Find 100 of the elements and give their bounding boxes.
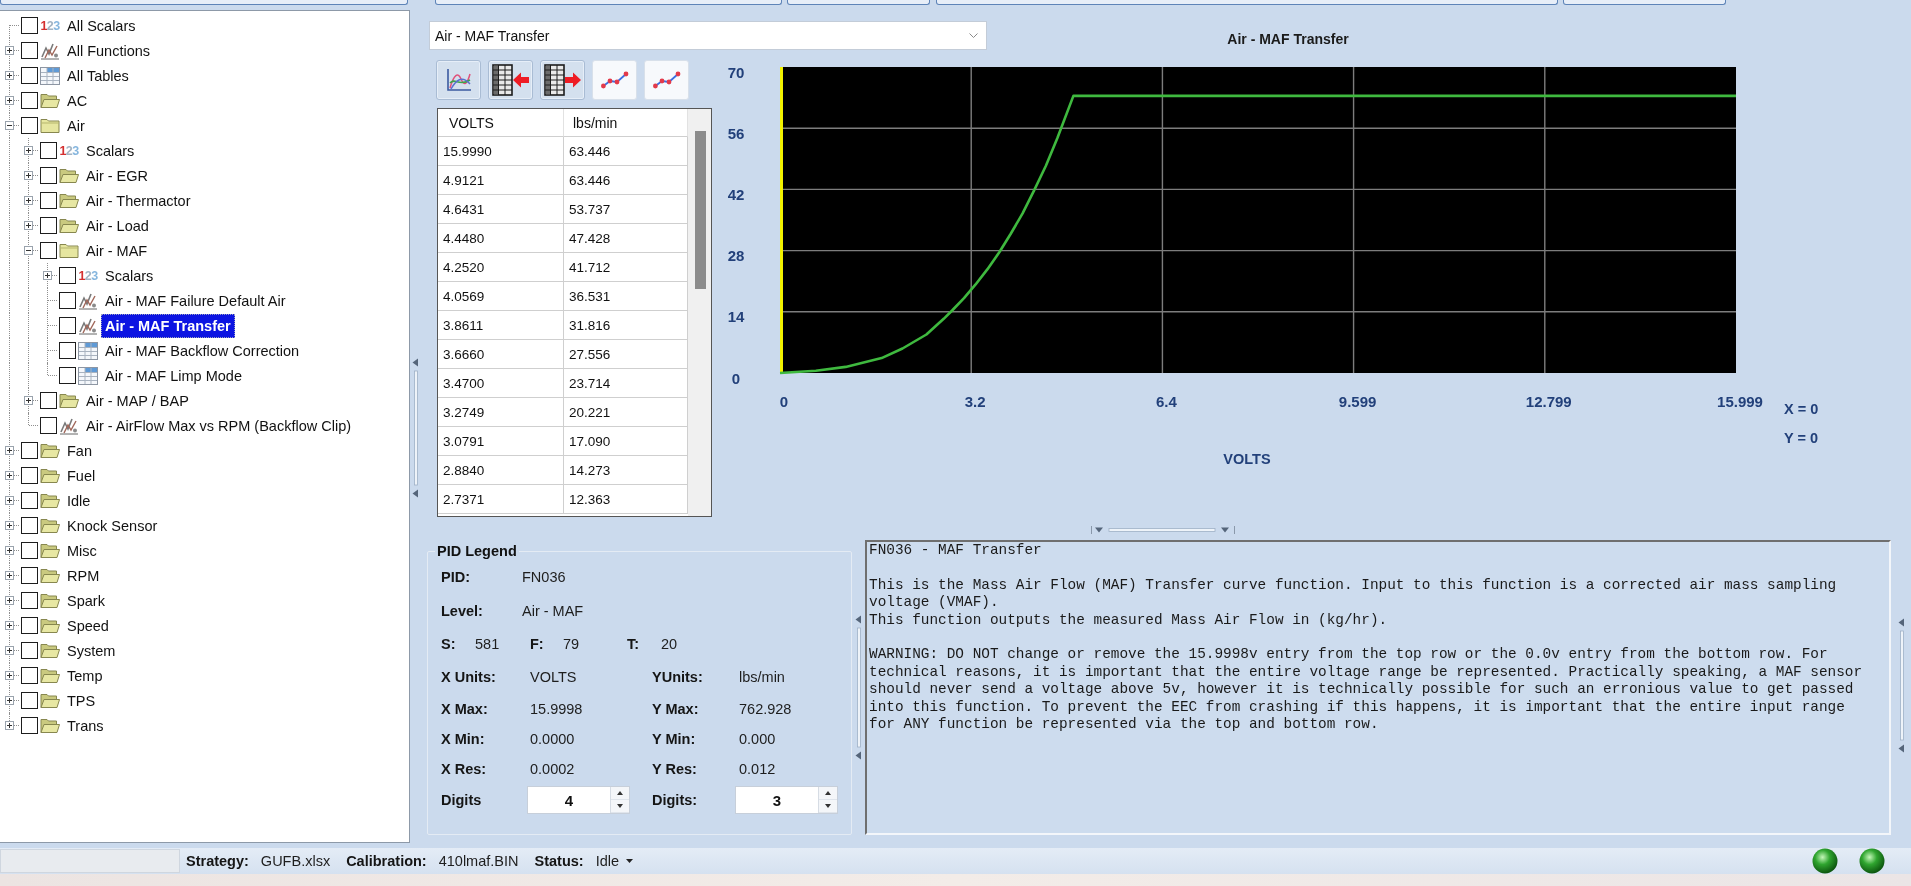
tree-item[interactable]: Air - MAF Transfer — [101, 313, 235, 338]
checkbox[interactable] — [21, 42, 38, 59]
expand-icon[interactable] — [24, 396, 33, 405]
collapse-icon[interactable] — [24, 246, 33, 255]
tree-item[interactable]: All Functions — [63, 38, 154, 63]
checkbox[interactable] — [21, 442, 38, 459]
tree-item[interactable]: Trans — [63, 713, 108, 738]
splitter-handle[interactable] — [411, 358, 419, 498]
tree-item[interactable]: Temp — [63, 663, 107, 688]
tree-item[interactable]: Air - MAF Backflow Correction — [101, 338, 304, 363]
expand-icon[interactable] — [24, 171, 33, 180]
checkbox[interactable] — [59, 367, 76, 384]
tree-item[interactable]: Fuel — [63, 463, 100, 488]
checkbox[interactable] — [40, 417, 57, 434]
table-cell[interactable]: 3.8611 — [438, 311, 564, 340]
tree-item[interactable]: Spark — [63, 588, 109, 613]
splitter-handle[interactable] — [1897, 618, 1905, 753]
checkbox[interactable] — [21, 592, 38, 609]
table-arrow-right-button[interactable] — [540, 60, 585, 100]
tree-item[interactable]: Air - MAP / BAP — [82, 388, 193, 413]
digits-spinbox[interactable]: 4 — [527, 786, 630, 814]
checkbox[interactable] — [21, 617, 38, 634]
checkbox[interactable] — [59, 267, 76, 284]
tree-item[interactable]: System — [63, 638, 120, 663]
checkbox[interactable] — [21, 642, 38, 659]
expand-icon[interactable] — [5, 521, 14, 530]
table-cell[interactable]: 4.2520 — [438, 253, 564, 282]
checkbox[interactable] — [21, 17, 38, 34]
checkbox[interactable] — [40, 142, 57, 159]
spin-up-button[interactable] — [819, 787, 837, 800]
expand-icon[interactable] — [5, 646, 14, 655]
tree-item[interactable]: Air - EGR — [82, 163, 153, 188]
tab[interactable] — [936, 0, 1558, 5]
tree-item[interactable]: Scalars — [82, 138, 139, 163]
checkbox[interactable] — [40, 167, 57, 184]
checkbox[interactable] — [21, 542, 38, 559]
checkbox[interactable] — [21, 517, 38, 534]
expand-icon[interactable] — [5, 571, 14, 580]
table-cell[interactable]: 3.4700 — [438, 369, 564, 398]
expand-icon[interactable] — [24, 221, 33, 230]
table-cell[interactable]: 2.7371 — [438, 485, 564, 514]
table-cell[interactable]: 4.6431 — [438, 195, 564, 224]
scrollbar-thumb[interactable] — [694, 131, 706, 289]
line-points-button[interactable] — [592, 60, 637, 100]
tree-item[interactable]: Air - MAF — [82, 238, 152, 263]
table-cell[interactable]: 4.9121 — [438, 166, 564, 195]
tree-item[interactable]: TPS — [63, 688, 100, 713]
function-dropdown[interactable]: Air - MAF Transfer — [429, 21, 987, 50]
checkbox[interactable] — [40, 242, 57, 259]
table-cell[interactable]: 3.6660 — [438, 340, 564, 369]
expand-icon[interactable] — [5, 621, 14, 630]
table-arrow-left-button[interactable] — [488, 60, 533, 100]
tree-item[interactable]: Air — [63, 113, 89, 138]
tree-item[interactable]: Air - AirFlow Max vs RPM (Backflow Clip) — [82, 413, 356, 438]
checkbox[interactable] — [40, 192, 57, 209]
tree-item[interactable]: Misc — [63, 538, 101, 563]
tree-item[interactable]: Air - MAF Failure Default Air — [101, 288, 290, 313]
tree-item[interactable]: All Tables — [63, 63, 133, 88]
expand-icon[interactable] — [5, 71, 14, 80]
expand-icon[interactable] — [5, 446, 14, 455]
table-cell[interactable]: 15.9990 — [438, 137, 564, 166]
chart-button[interactable] — [436, 60, 481, 100]
tab[interactable] — [435, 0, 782, 5]
checkbox[interactable] — [21, 667, 38, 684]
checkbox[interactable] — [21, 567, 38, 584]
tree-item[interactable]: AC — [63, 88, 92, 113]
spin-down-button[interactable] — [819, 800, 837, 813]
tree-item[interactable]: Knock Sensor — [63, 513, 162, 538]
spin-down-button[interactable] — [611, 800, 629, 813]
checkbox[interactable] — [21, 492, 38, 509]
tree-item[interactable]: Idle — [63, 488, 95, 513]
checkbox[interactable] — [21, 467, 38, 484]
checkbox[interactable] — [21, 117, 38, 134]
expand-icon[interactable] — [5, 546, 14, 555]
status-dropdown[interactable]: Idle — [595, 853, 634, 869]
checkbox[interactable] — [59, 292, 76, 309]
expand-icon[interactable] — [43, 271, 52, 280]
expand-icon[interactable] — [24, 196, 33, 205]
splitter-handle[interactable] — [855, 615, 862, 760]
checkbox[interactable] — [21, 67, 38, 84]
expand-icon[interactable] — [5, 46, 14, 55]
table-cell[interactable]: 4.0569 — [438, 282, 564, 311]
checkbox[interactable] — [21, 692, 38, 709]
tree-item[interactable]: Speed — [63, 613, 113, 638]
line-points-button[interactable] — [644, 60, 689, 100]
tree-item[interactable]: Air - Thermactor — [82, 188, 195, 213]
tab[interactable] — [787, 0, 930, 5]
tree-item[interactable]: Air - MAF Limp Mode — [101, 363, 246, 388]
tab[interactable] — [1563, 0, 1726, 5]
splitter-handle[interactable] — [1091, 526, 1235, 534]
expand-icon[interactable] — [24, 146, 33, 155]
expand-icon[interactable] — [5, 471, 14, 480]
checkbox[interactable] — [21, 717, 38, 734]
table-cell[interactable]: 3.2749 — [438, 398, 564, 427]
table-cell[interactable]: 4.4480 — [438, 224, 564, 253]
collapse-icon[interactable] — [5, 121, 14, 130]
tree-item[interactable]: Fan — [63, 438, 96, 463]
table-cell[interactable]: 3.0791 — [438, 427, 564, 456]
digits-spinbox[interactable]: 3 — [735, 786, 838, 814]
expand-icon[interactable] — [5, 596, 14, 605]
